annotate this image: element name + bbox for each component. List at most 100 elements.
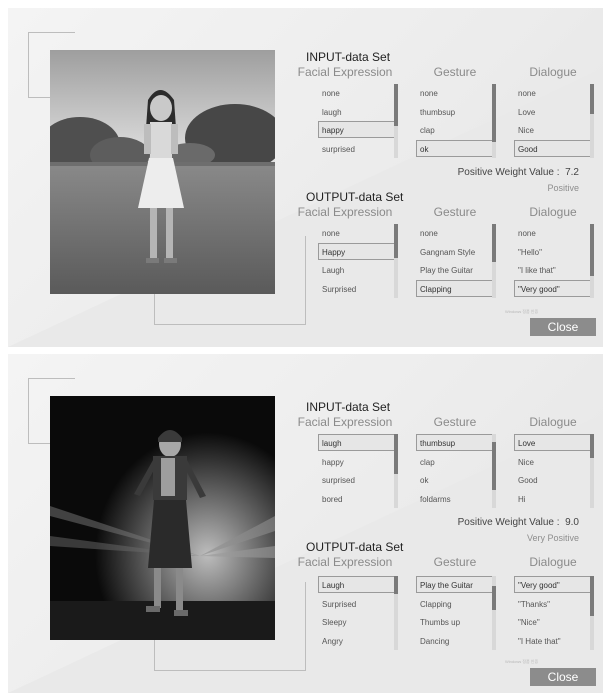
list-item[interactable]: Nice: [514, 121, 594, 138]
list-item[interactable]: Clapping: [416, 595, 496, 612]
output-header-gesture: Gesture: [433, 555, 477, 569]
list-item[interactable]: none: [318, 84, 398, 101]
list-item[interactable]: ok: [416, 471, 496, 488]
list-item[interactable]: "I Hate that": [514, 632, 594, 649]
input-dialogue-list[interactable]: none Love Nice Good: [514, 84, 594, 158]
interaction-panel-1: INPUT-data Set Facial Expression Gesture…: [8, 8, 603, 347]
list-item[interactable]: Good: [514, 471, 594, 488]
output-title: OUTPUT-data Set: [306, 190, 404, 204]
weight-label: Positive: [547, 183, 579, 193]
list-item[interactable]: "I like that": [514, 261, 594, 278]
list-item[interactable]: thumbsup: [416, 103, 496, 120]
list-item[interactable]: ok: [416, 139, 496, 157]
list-item[interactable]: surprised: [318, 471, 398, 488]
input-header-facial: Facial Expression: [297, 415, 393, 429]
list-item[interactable]: laugh: [318, 103, 398, 120]
output-header-gesture: Gesture: [433, 205, 477, 219]
list-item[interactable]: Thumbs up: [416, 613, 496, 630]
input-header-dialogue: Dialogue: [529, 65, 577, 79]
list-item[interactable]: Surprised: [318, 595, 398, 612]
list-item[interactable]: Nice: [514, 453, 594, 470]
avatar-scene-park: [50, 50, 275, 294]
close-button[interactable]: Close: [530, 668, 596, 686]
input-header-facial: Facial Expression: [297, 65, 393, 79]
output-header-dialogue: Dialogue: [529, 555, 577, 569]
output-dialogue-list[interactable]: "Very good" "Thanks" "Nice" "I Hate that": [514, 576, 594, 650]
list-item[interactable]: foldarms: [416, 490, 496, 507]
output-header-dialogue: Dialogue: [529, 205, 577, 219]
list-item[interactable]: Play the Guitar: [416, 261, 496, 278]
weight-value-text: Positive Weight Value : 9.0: [457, 517, 579, 528]
list-item[interactable]: "Hello": [514, 243, 594, 260]
output-gesture-scrollbar[interactable]: [492, 576, 496, 650]
output-facial-scrollbar[interactable]: [394, 224, 398, 298]
input-header-gesture: Gesture: [433, 415, 477, 429]
watermark-text: Windows 정품 인증: [505, 309, 539, 314]
list-item[interactable]: happy: [318, 121, 398, 138]
list-item[interactable]: surprised: [318, 140, 398, 157]
input-gesture-scrollbar[interactable]: [492, 434, 496, 508]
input-title: INPUT-data Set: [306, 50, 391, 64]
list-item[interactable]: happy: [318, 453, 398, 470]
input-title: INPUT-data Set: [306, 400, 391, 414]
list-item[interactable]: Dancing: [416, 632, 496, 649]
output-facial-list[interactable]: Laugh Surprised Sleepy Angry: [318, 576, 398, 650]
input-header-gesture: Gesture: [433, 65, 477, 79]
input-gesture-scrollbar[interactable]: [492, 84, 496, 158]
input-dialogue-scrollbar[interactable]: [590, 434, 594, 508]
input-dialogue-list[interactable]: Love Nice Good Hi: [514, 434, 594, 508]
list-item[interactable]: none: [514, 224, 594, 241]
input-gesture-list[interactable]: none thumbsup clap ok: [416, 84, 496, 158]
list-item[interactable]: none: [514, 84, 594, 101]
list-item[interactable]: none: [416, 84, 496, 101]
output-title: OUTPUT-data Set: [306, 540, 404, 554]
list-item[interactable]: Laugh: [318, 576, 398, 593]
list-item[interactable]: Surprised: [318, 280, 398, 297]
weight-value-text: Positive Weight Value : 7.2: [457, 167, 579, 178]
list-item[interactable]: Love: [514, 434, 594, 451]
avatar-scene-concert: [50, 396, 275, 640]
output-gesture-list[interactable]: Play the Guitar Clapping Thumbs up Dancing: [416, 576, 496, 650]
close-button[interactable]: Close: [530, 318, 596, 336]
output-dialogue-list[interactable]: none "Hello" "I like that" "Very good": [514, 224, 594, 298]
list-item[interactable]: Love: [514, 103, 594, 120]
list-item[interactable]: "Thanks": [514, 595, 594, 612]
list-item[interactable]: "Very good": [514, 576, 594, 593]
input-header-dialogue: Dialogue: [529, 415, 577, 429]
list-item[interactable]: Play the Guitar: [416, 576, 496, 593]
input-facial-list[interactable]: laugh happy surprised bored: [318, 434, 398, 508]
input-facial-scrollbar[interactable]: [394, 434, 398, 508]
list-item[interactable]: none: [318, 224, 398, 241]
output-dialogue-scrollbar[interactable]: [590, 224, 594, 298]
list-item[interactable]: Laugh: [318, 261, 398, 278]
list-item[interactable]: Sleepy: [318, 613, 398, 630]
output-gesture-scrollbar[interactable]: [492, 224, 496, 298]
input-gesture-list[interactable]: thumbsup clap ok foldarms: [416, 434, 496, 508]
list-item[interactable]: Clapping: [416, 279, 496, 297]
list-item[interactable]: laugh: [318, 434, 398, 451]
list-item[interactable]: Happy: [318, 242, 398, 260]
output-gesture-list[interactable]: none Gangnam Style Play the Guitar Clapping: [416, 224, 496, 298]
list-item[interactable]: "Very good": [514, 279, 594, 297]
list-item[interactable]: thumbsup: [416, 434, 496, 451]
interaction-panel-2: INPUT-data Set Facial Expression Gesture…: [8, 354, 603, 693]
input-dialogue-scrollbar[interactable]: [590, 84, 594, 158]
output-header-facial: Facial Expression: [297, 205, 393, 219]
list-item[interactable]: Angry: [318, 632, 398, 649]
output-dialogue-scrollbar[interactable]: [590, 576, 594, 650]
list-item[interactable]: Gangnam Style: [416, 243, 496, 260]
watermark-text: Windows 정품 인증: [505, 659, 539, 664]
list-item[interactable]: none: [416, 224, 496, 241]
list-item[interactable]: clap: [416, 453, 496, 470]
weight-label: Very Positive: [526, 533, 579, 543]
output-header-facial: Facial Expression: [297, 555, 393, 569]
list-item[interactable]: clap: [416, 121, 496, 138]
output-facial-list[interactable]: none Happy Laugh Surprised: [318, 224, 398, 298]
input-facial-list[interactable]: none laugh happy surprised: [318, 84, 398, 158]
output-facial-scrollbar[interactable]: [394, 576, 398, 650]
input-facial-scrollbar[interactable]: [394, 84, 398, 158]
list-item[interactable]: Hi: [514, 490, 594, 507]
list-item[interactable]: Good: [514, 139, 594, 157]
list-item[interactable]: "Nice": [514, 613, 594, 630]
list-item[interactable]: bored: [318, 490, 398, 507]
